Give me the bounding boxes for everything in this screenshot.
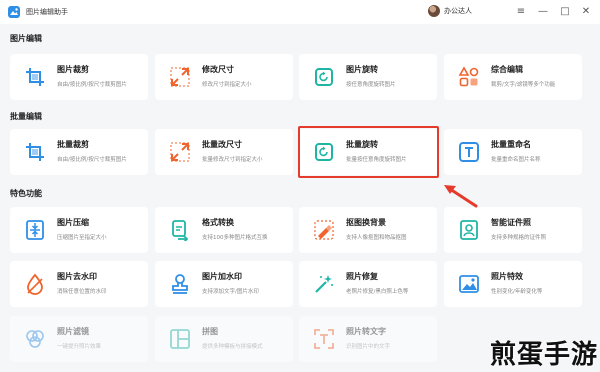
app-logo-icon bbox=[8, 6, 20, 18]
resize-icon bbox=[170, 67, 190, 87]
title-bar: 图片编辑助手 bbox=[0, 0, 600, 24]
card-batch-resize[interactable]: 批量改尺寸 批量修改尺寸到指定大小 bbox=[155, 129, 293, 175]
card-title: 图片加水印 bbox=[202, 272, 242, 281]
card-title: 修改尺寸 bbox=[202, 65, 234, 74]
card-title: 智能证件照 bbox=[491, 218, 531, 227]
card-title: 批量重命名 bbox=[491, 140, 531, 149]
ocr-icon bbox=[314, 329, 334, 349]
card-combined-edit[interactable]: 综合编辑 裁剪/文字/滤镜等多个功能 bbox=[444, 54, 582, 100]
maximize-icon[interactable]: □ bbox=[558, 5, 572, 19]
card-image-crop[interactable]: 图片裁剪 自由/按比例/按尺寸裁剪图片 bbox=[10, 54, 148, 100]
close-icon[interactable]: ✕ bbox=[579, 5, 593, 19]
card-desc: 支持添加文字/图片水印 bbox=[202, 289, 259, 295]
cutout-icon bbox=[314, 220, 334, 240]
card-title: 综合编辑 bbox=[491, 65, 523, 74]
card-add-watermark[interactable]: 图片加水印 支持添加文字/图片水印 bbox=[155, 261, 293, 307]
card-desc: 自由/按比例/按尺寸裁剪图片 bbox=[57, 82, 127, 88]
convert-icon bbox=[172, 220, 189, 241]
card-desc: 支持人像抠图和物品抠图 bbox=[346, 235, 407, 241]
card-title: 图片压缩 bbox=[57, 218, 89, 227]
card-format-convert[interactable]: 格式转换 支持100多种图片格式互换 bbox=[155, 207, 293, 253]
card-desc: 性别变化/年龄变化等 bbox=[491, 289, 543, 295]
highlight-box bbox=[298, 126, 439, 178]
app-title: 图片编辑助手 bbox=[26, 8, 68, 16]
section-title-batch: 批量编辑 bbox=[10, 112, 42, 121]
watermark-text: 煎蛋手游 bbox=[490, 340, 599, 370]
card-desc: 按任意角度旋转图片 bbox=[346, 82, 396, 88]
card-collage[interactable]: 拼图 提供多种模板与拼接模式 bbox=[155, 316, 293, 362]
card-image-compress[interactable]: 图片压缩 压缩图片至指定大小 bbox=[10, 207, 148, 253]
card-title: 格式转换 bbox=[202, 218, 234, 227]
avatar[interactable] bbox=[428, 5, 440, 17]
card-title: 批量改尺寸 bbox=[202, 140, 242, 149]
compress-icon bbox=[26, 220, 44, 240]
card-title: 照片转文字 bbox=[346, 327, 386, 336]
card-desc: 支持100多种图片格式互换 bbox=[202, 235, 268, 241]
text-icon bbox=[459, 142, 479, 162]
card-desc: 老照片修复/黑白照上色等 bbox=[346, 289, 409, 295]
card-title: 图片裁剪 bbox=[57, 65, 89, 74]
card-desc: 压缩图片至指定大小 bbox=[57, 235, 107, 241]
card-batch-crop[interactable]: 批量裁剪 自由/按比例/按尺寸裁剪图片 bbox=[10, 129, 148, 175]
card-desc: 批量修改尺寸到指定大小 bbox=[202, 157, 263, 163]
card-image-rotate[interactable]: 图片旋转 按任意角度旋转图片 bbox=[299, 54, 437, 100]
card-desc: 批量重命名图片名称 bbox=[491, 157, 541, 163]
card-photo-effects[interactable]: 照片特效 性别变化/年龄变化等 bbox=[444, 261, 582, 307]
resize-icon bbox=[170, 142, 190, 162]
card-batch-rename[interactable]: 批量重命名 批量重命名图片名称 bbox=[444, 129, 582, 175]
card-desc: 识别图片中的文字 bbox=[346, 344, 391, 350]
card-photo-filter[interactable]: 照片滤镜 一键提升照片效果 bbox=[10, 316, 148, 362]
rotate-icon bbox=[315, 68, 333, 86]
drop-icon bbox=[27, 273, 43, 295]
card-photo-to-text[interactable]: 照片转文字 识别图片中的文字 bbox=[299, 316, 437, 362]
card-desc: 提供多种模板与拼接模式 bbox=[202, 344, 263, 350]
card-desc: 消除任意位置的水印 bbox=[57, 289, 107, 295]
card-desc: 支持多种规格的证件照 bbox=[491, 235, 547, 241]
section-title-edit: 图片编辑 bbox=[10, 34, 42, 43]
collage-icon bbox=[170, 329, 190, 349]
card-desc: 修改尺寸到指定大小 bbox=[202, 82, 252, 88]
card-remove-watermark[interactable]: 图片去水印 消除任意位置的水印 bbox=[10, 261, 148, 307]
crop-icon bbox=[26, 68, 44, 86]
card-id-photo[interactable]: 智能证件照 支持多种规格的证件照 bbox=[444, 207, 582, 253]
user-profile[interactable]: 办公达人 bbox=[428, 5, 472, 17]
shapes-icon bbox=[458, 66, 479, 87]
id-photo-icon bbox=[460, 220, 478, 240]
card-title: 图片去水印 bbox=[57, 272, 97, 281]
card-desc: 一键提升照片效果 bbox=[57, 344, 102, 350]
card-title: 照片修复 bbox=[346, 272, 378, 281]
picture-icon bbox=[459, 275, 479, 293]
filter-icon bbox=[26, 330, 44, 348]
crop-icon bbox=[26, 143, 44, 161]
card-cutout-background[interactable]: 抠图换背景 支持人像抠图和物品抠图 bbox=[299, 207, 437, 253]
user-name: 办公达人 bbox=[444, 7, 472, 15]
card-desc: 自由/按比例/按尺寸裁剪图片 bbox=[57, 157, 127, 163]
section-title-features: 特色功能 bbox=[10, 189, 42, 198]
card-desc: 裁剪/文字/滤镜等多个功能 bbox=[491, 82, 556, 88]
card-title: 抠图换背景 bbox=[346, 218, 386, 227]
card-title: 图片旋转 bbox=[346, 65, 378, 74]
card-title: 拼图 bbox=[202, 327, 218, 336]
arrow-annotation-icon bbox=[444, 185, 478, 208]
card-photo-restore[interactable]: 照片修复 老照片修复/黑白照上色等 bbox=[299, 261, 437, 307]
card-title: 照片特效 bbox=[491, 272, 523, 281]
card-title: 批量裁剪 bbox=[57, 140, 89, 149]
menu-icon[interactable]: ≡ bbox=[514, 5, 528, 19]
magic-wand-icon bbox=[315, 275, 333, 293]
card-title: 照片滤镜 bbox=[57, 327, 89, 336]
minimize-icon[interactable]: — bbox=[536, 5, 550, 19]
stamp-icon bbox=[172, 274, 188, 294]
card-resize[interactable]: 修改尺寸 修改尺寸到指定大小 bbox=[155, 54, 293, 100]
